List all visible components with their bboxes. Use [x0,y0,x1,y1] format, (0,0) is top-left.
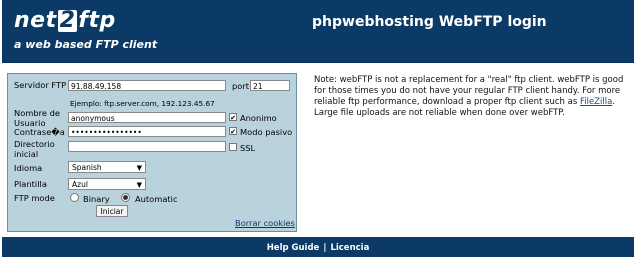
skin-label: Plantilla [14,179,47,189]
logo-tagline: a web based FTP client [14,38,158,51]
passive-mode-label: Modo pasivo [240,127,293,137]
binary-radio[interactable] [70,193,79,202]
logo-brand-prefix: net [14,8,57,33]
note-text-before: Note: webFTP is not a replacement for a … [314,75,624,107]
header-bar: net 2 ftp a web based FTP client phpwebhos… [2,0,634,63]
logo-brand-suffix: ftp [78,8,116,33]
logo-brand-number: 2 [57,8,78,33]
filezilla-link[interactable]: FileZilla [580,97,612,107]
language-select[interactable]: Spanish ▼ [68,161,146,173]
initial-directory-input[interactable] [68,141,226,152]
binary-label: Binary [83,194,110,204]
ftp-mode-label: FTP mode [14,193,55,203]
ssl-label: SSL [240,143,256,153]
footer-bar: Help Guide | Licencia [2,237,634,257]
license-link[interactable]: Licencia [330,243,369,253]
anonymous-checkbox[interactable]: ✔ [229,113,237,122]
automatic-label: Automatic [135,194,178,204]
initial-directory-label: Directorio inicial [14,139,55,159]
server-example-hint: Ejemplo: ftp.server.com, 192.123.45.67 [70,99,215,108]
login-form-panel: Servidor FTP 91.88.49.158 port 21 Ejempl… [7,73,297,232]
automatic-radio[interactable] [121,193,130,202]
port-input[interactable]: 21 [250,80,290,91]
language-select-value: Spanish [72,163,102,172]
port-label: port [232,81,250,91]
login-submit-button[interactable]: Iniciar [96,205,128,217]
footer-separator: | [323,243,327,253]
anonymous-label: Anonimo [240,113,277,123]
skin-select-value: Azul [72,180,88,189]
help-guide-link[interactable]: Help Guide [267,243,320,253]
password-label: Contrase�a [14,127,65,137]
dropdown-arrow-icon: ▼ [136,164,142,172]
page-title: phpwebhosting WebFTP login [312,14,547,30]
skin-select[interactable]: Azul ▼ [68,178,146,190]
language-label: Idioma [14,163,43,173]
server-input[interactable]: 91.88.49.158 [68,80,226,91]
dropdown-arrow-icon: ▼ [136,181,142,189]
ssl-checkbox[interactable] [229,143,237,151]
username-input[interactable]: anonymous [68,112,226,123]
server-label: Servidor FTP [14,80,67,90]
clear-cookies-link[interactable]: Borrar cookies [235,218,295,228]
passive-mode-checkbox[interactable]: ✔ [229,127,237,136]
username-label: Nombre de Usuario [14,108,60,128]
net2ftp-logo: net 2 ftp a web based FTP client [14,8,158,52]
webftp-note: Note: webFTP is not a replacement for a … [314,75,632,119]
password-input[interactable]: •••••••••••••••• [68,126,226,137]
